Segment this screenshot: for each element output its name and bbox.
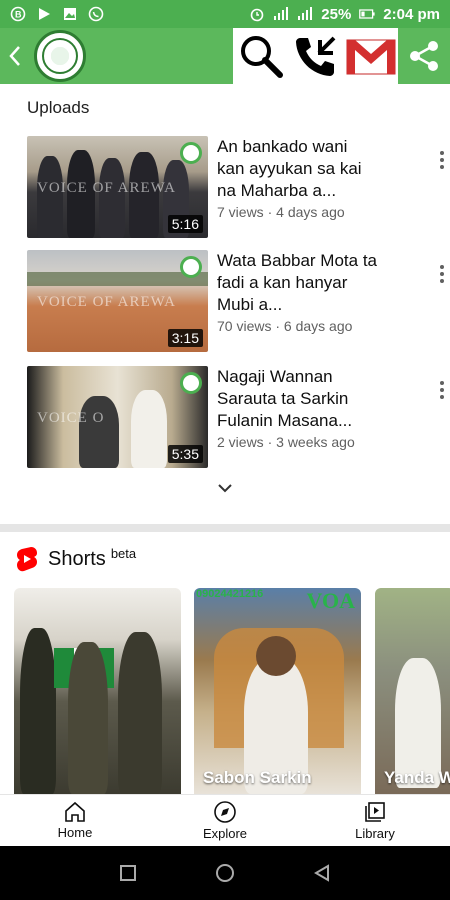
home-icon — [65, 801, 85, 822]
search-icon — [240, 36, 283, 78]
clock: 2:04 pm — [383, 5, 440, 23]
email-button[interactable] — [343, 28, 398, 84]
video-stats: 7 views · 4 days ago — [217, 204, 345, 220]
nav-library-label: Library — [355, 826, 395, 841]
gmail-icon — [346, 39, 395, 75]
short-card[interactable] — [14, 588, 181, 794]
section-divider — [0, 524, 450, 532]
nav-library[interactable]: Library — [300, 795, 450, 846]
short-caption: Yanda W — [384, 768, 450, 787]
video-thumbnail[interactable]: VOICE O 5:35 — [27, 366, 208, 468]
video-views: 70 views — [217, 318, 272, 334]
video-meta: An bankado wani kan ayyukan sa kai na Ma… — [217, 136, 377, 220]
nav-explore[interactable]: Explore — [150, 795, 300, 846]
library-icon — [365, 802, 385, 822]
more-options-button[interactable] — [432, 146, 450, 174]
logo-emblem — [42, 38, 78, 74]
alarm-icon — [249, 6, 265, 22]
video-meta: Nagaji Wannan Sarauta ta Sarkin Fulanin … — [217, 366, 377, 450]
battery-percent: 25% — [321, 5, 352, 23]
uploads-section: Uploads VOICE OF AREWA 5:16 An bankado w… — [0, 84, 450, 524]
uploads-title: Uploads — [27, 98, 90, 117]
video-stats: 2 views · 3 weeks ago — [217, 434, 355, 450]
video-age: 6 days ago — [283, 318, 353, 334]
more-options-button[interactable] — [432, 260, 450, 288]
video-views: 7 views — [217, 204, 264, 220]
channel-badge-icon — [180, 256, 202, 278]
video-stats: 70 views · 6 days ago — [217, 318, 353, 334]
svg-text:B: B — [15, 10, 22, 20]
call-button[interactable] — [288, 28, 343, 84]
video-title[interactable]: An bankado wani kan ayyukan sa kai na Ma… — [217, 136, 377, 202]
shorts-header: Shorts beta — [16, 546, 136, 572]
video-title[interactable]: Nagaji Wannan Sarauta ta Sarkin Fulanin … — [217, 366, 377, 432]
back-button[interactable] — [0, 28, 30, 84]
shorts-section: Shorts beta 09024421216 VOA Sabon Sarkin… — [0, 532, 450, 794]
phone-call-icon — [295, 36, 335, 76]
video-title[interactable]: Wata Babbar Mota ta fadi a kan hanyar Mu… — [217, 250, 377, 316]
video-age: 4 days ago — [276, 204, 345, 220]
channel-badge-icon — [180, 372, 202, 394]
signal-1-icon — [273, 6, 289, 22]
shorts-title: Shorts — [48, 547, 106, 570]
whatsapp-icon — [88, 6, 104, 22]
compass-icon — [214, 801, 236, 823]
play-icon — [36, 6, 52, 22]
nav-explore-label: Explore — [202, 826, 248, 841]
thumbnail-watermark: VOICE OF AREWA — [37, 294, 177, 310]
app-bar — [0, 28, 450, 84]
video-meta: Wata Babbar Mota ta fadi a kan hanyar Mu… — [217, 250, 377, 334]
share-button[interactable] — [398, 28, 450, 84]
home-circle-icon[interactable] — [215, 863, 235, 883]
video-duration: 3:15 — [167, 329, 203, 347]
search-button[interactable] — [233, 28, 288, 84]
image-icon — [62, 6, 78, 22]
battery-icon — [359, 6, 375, 22]
thumbnail-watermark: VOICE OF AREWA — [37, 180, 177, 196]
whatsapp-business-icon: B — [10, 6, 26, 22]
video-views: 2 views — [217, 434, 264, 450]
channel-badge-icon — [180, 142, 202, 164]
short-card[interactable]: Yanda W — [375, 588, 450, 794]
short-card[interactable]: 09024421216 VOA Sabon Sarkin — [194, 588, 361, 794]
system-navigation-bar — [0, 846, 450, 900]
channel-content: Uploads VOICE OF AREWA 5:16 An bankado w… — [0, 84, 450, 794]
video-duration: 5:35 — [167, 445, 203, 463]
video-age: 3 weeks ago — [276, 434, 355, 450]
more-options-button[interactable] — [432, 376, 450, 404]
chevron-left-icon — [9, 46, 20, 66]
expand-chevron-down-icon[interactable] — [215, 478, 235, 498]
nav-home-label: Home — [57, 825, 93, 840]
video-item[interactable]: VOICE OF AREWA 5:16 An bankado wani kan … — [27, 136, 444, 238]
video-thumbnail[interactable]: VOICE OF AREWA 3:15 — [27, 250, 208, 352]
channel-logo[interactable] — [34, 30, 86, 82]
short-phone-text: 09024421216 — [196, 588, 264, 600]
video-duration: 5:16 — [167, 215, 203, 233]
shorts-logo-icon — [17, 547, 37, 572]
video-item[interactable]: VOICE O 5:35 Nagaji Wannan Sarauta ta Sa… — [27, 366, 444, 468]
short-caption: Sabon Sarkin — [203, 768, 312, 787]
recents-square-icon[interactable] — [119, 864, 137, 882]
shorts-beta-label: beta — [110, 545, 137, 561]
status-bar: B 25% 2:04 pm — [0, 0, 450, 28]
video-thumbnail[interactable]: VOICE OF AREWA 5:16 — [27, 136, 208, 238]
signal-2-icon — [297, 6, 313, 22]
action-icons — [233, 28, 398, 84]
thumbnail-watermark: VOICE O — [37, 410, 105, 426]
short-watermark-text: VOA — [306, 588, 355, 613]
back-triangle-icon[interactable] — [313, 864, 331, 882]
share-icon — [410, 41, 438, 71]
nav-home[interactable]: Home — [0, 795, 150, 846]
video-item[interactable]: VOICE OF AREWA 3:15 Wata Babbar Mota ta … — [27, 250, 444, 352]
bottom-navigation: Home Explore Library — [0, 794, 450, 846]
